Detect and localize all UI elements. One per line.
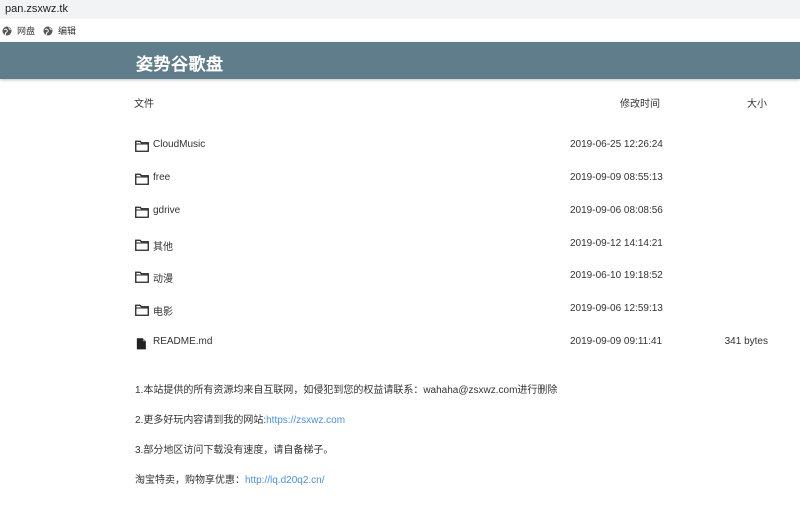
globe-icon — [2, 26, 12, 35]
folder-icon — [135, 239, 149, 251]
readme-line-1: 1.本站提供的所有资源均来自互联网，如侵犯到您的权益请联系：wahaha@zsx… — [135, 385, 558, 396]
website-link[interactable]: https://zsxwz.com — [266, 415, 345, 426]
readme-line-2-text: 2.更多好玩内容请到我的网站: — [135, 415, 267, 426]
folder-icon — [135, 173, 149, 185]
file-row[interactable]: README.md 2019-09-09 09:11:41 341 bytes — [130, 329, 780, 359]
file-icon — [136, 338, 146, 350]
file-modified: 2019-06-25 12:26:24 — [570, 139, 663, 150]
readme-line-3: 3.部分地区访问下载没有速度，请自备梯子。 — [135, 445, 334, 456]
file-row[interactable]: 动漫 2019-06-10 19:18:52 — [130, 263, 780, 293]
bookmark-label: 编辑 — [58, 26, 77, 36]
folder-icon — [135, 304, 149, 316]
file-name[interactable]: CloudMusic — [153, 139, 205, 150]
bookmark-netdisk[interactable]: 网盘 — [2, 24, 35, 37]
site-title[interactable]: 姿势谷歌盘 — [136, 50, 224, 75]
file-name[interactable]: 动漫 — [153, 270, 173, 285]
column-header-modified[interactable]: 修改时间 — [620, 95, 660, 110]
url-text[interactable]: pan.zsxwz.tk — [5, 3, 68, 15]
promo-link[interactable]: http://lq.d20q2.cn/ — [245, 475, 325, 486]
file-name[interactable]: free — [153, 172, 170, 183]
column-header-size[interactable]: 大小 — [747, 95, 767, 110]
file-modified: 2019-09-06 08:08:56 — [570, 205, 663, 216]
folder-icon — [135, 140, 149, 152]
file-row[interactable]: gdrive 2019-09-06 08:08:56 — [130, 198, 780, 228]
file-name[interactable]: 其他 — [153, 238, 173, 253]
file-row[interactable]: 电影 2019-09-06 12:59:13 — [130, 296, 780, 326]
file-row[interactable]: CloudMusic 2019-06-25 12:26:24 — [130, 132, 780, 162]
file-modified: 2019-09-12 14:14:21 — [570, 238, 663, 249]
file-row[interactable]: 其他 2019-09-12 14:14:21 — [130, 231, 780, 261]
readme-line-4-text: 淘宝特卖，购物享优惠： — [135, 475, 245, 486]
bookmarks-bar: 网盘 编辑 — [0, 19, 800, 42]
file-row[interactable]: free 2019-09-09 08:55:13 — [130, 165, 780, 195]
file-modified: 2019-09-09 08:55:13 — [570, 172, 663, 183]
file-name[interactable]: README.md — [153, 336, 212, 347]
readme-line-2: 2.更多好玩内容请到我的网站:https://zsxwz.com — [135, 411, 345, 426]
bookmark-label: 网盘 — [17, 26, 36, 36]
address-bar[interactable]: pan.zsxwz.tk — [0, 0, 800, 19]
file-modified: 2019-09-06 12:59:13 — [570, 303, 663, 314]
file-size: 341 bytes — [724, 336, 768, 347]
file-name[interactable]: 电影 — [153, 303, 173, 318]
file-name[interactable]: gdrive — [153, 205, 180, 216]
globe-icon — [43, 26, 53, 35]
folder-icon — [135, 271, 149, 283]
folder-icon — [135, 206, 149, 218]
file-modified: 2019-06-10 19:18:52 — [570, 270, 663, 281]
bookmark-edit[interactable]: 编辑 — [43, 24, 76, 37]
column-header-name[interactable]: 文件 — [134, 95, 154, 110]
file-modified: 2019-09-09 09:11:41 — [570, 336, 663, 347]
site-header: 姿势谷歌盘 — [0, 42, 800, 79]
readme-line-4: 淘宝特卖，购物享优惠：http://lq.d20q2.cn/ — [135, 471, 325, 486]
